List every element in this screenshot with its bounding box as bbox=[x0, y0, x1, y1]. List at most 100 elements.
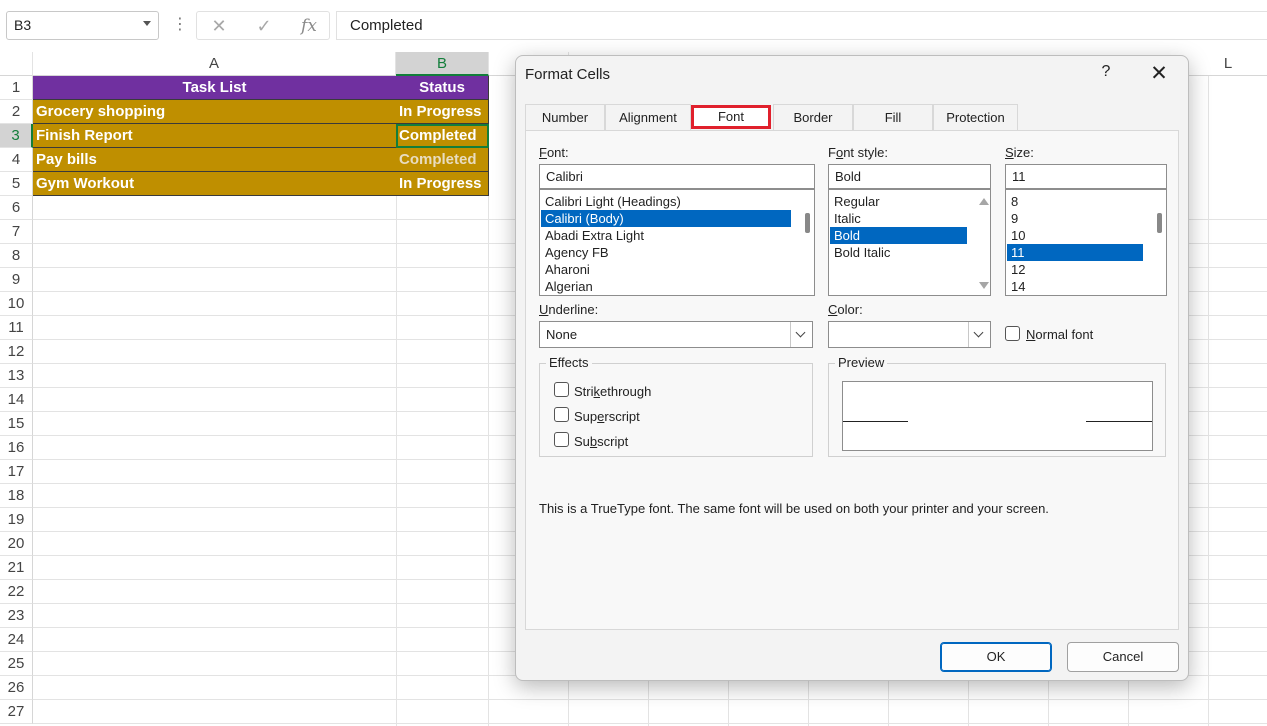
effects-group: Effects Strikethrough Superscript Subscr… bbox=[539, 355, 813, 457]
list-item[interactable]: Agency FB bbox=[541, 244, 613, 261]
list-item[interactable]: 9 bbox=[1007, 210, 1022, 227]
cell-a5[interactable]: Gym Workout bbox=[33, 172, 397, 196]
scrollbar[interactable] bbox=[978, 192, 989, 293]
column-header-b[interactable]: B bbox=[396, 52, 489, 76]
cancel-icon[interactable]: ✕ bbox=[204, 15, 234, 37]
list-item[interactable]: Algerian bbox=[541, 278, 597, 295]
tab-fill[interactable]: Fill bbox=[853, 104, 933, 130]
row-header[interactable]: 11 bbox=[0, 316, 33, 340]
strikethrough-checkbox[interactable] bbox=[554, 382, 569, 397]
cell-a3[interactable]: Finish Report bbox=[33, 124, 397, 148]
cell-b3[interactable]: Completed bbox=[396, 124, 489, 148]
cell-b5[interactable]: In Progress bbox=[396, 172, 489, 196]
row-header[interactable]: 9 bbox=[0, 268, 33, 292]
cell-b1[interactable]: Status bbox=[396, 76, 489, 100]
ok-button[interactable]: OK bbox=[940, 642, 1052, 672]
list-item[interactable]: Abadi Extra Light bbox=[541, 227, 648, 244]
row-header[interactable]: 3 bbox=[0, 124, 33, 148]
list-item[interactable]: 14 bbox=[1007, 278, 1029, 295]
column-header-l[interactable]: L bbox=[1189, 52, 1267, 76]
font-style-list[interactable]: Regular Italic Bold Bold Italic bbox=[828, 189, 991, 296]
list-item[interactable]: 8 bbox=[1007, 193, 1022, 210]
chevron-down-icon[interactable] bbox=[790, 322, 812, 347]
row-header[interactable]: 20 bbox=[0, 532, 33, 556]
row-header[interactable]: 24 bbox=[0, 628, 33, 652]
scrollbar[interactable] bbox=[1154, 192, 1164, 293]
list-item[interactable]: Bold Italic bbox=[830, 244, 894, 261]
normal-font-checkbox[interactable] bbox=[1005, 326, 1020, 341]
row-header[interactable]: 14 bbox=[0, 388, 33, 412]
subscript-checkbox[interactable] bbox=[554, 432, 569, 447]
list-item[interactable]: 12 bbox=[1007, 261, 1029, 278]
superscript-label: Superscript bbox=[574, 409, 640, 424]
more-options-icon[interactable]: ⋮ bbox=[172, 12, 188, 38]
name-box[interactable]: B3 bbox=[6, 11, 159, 40]
cancel-button[interactable]: Cancel bbox=[1067, 642, 1179, 672]
tab-alignment[interactable]: Alignment bbox=[605, 104, 691, 130]
tab-number[interactable]: Number bbox=[525, 104, 605, 130]
format-cells-dialog: Format Cells ? ✕ Number Alignment Font B… bbox=[515, 55, 1189, 681]
list-item[interactable]: Aharoni bbox=[541, 261, 594, 278]
color-select[interactable] bbox=[828, 321, 991, 348]
font-input[interactable]: Calibri bbox=[539, 164, 815, 189]
size-input[interactable]: 11 bbox=[1005, 164, 1167, 189]
cell-b2[interactable]: In Progress bbox=[396, 100, 489, 124]
scrollbar[interactable] bbox=[802, 192, 812, 293]
cell-a2[interactable]: Grocery shopping bbox=[33, 100, 397, 124]
font-style-label: Font style: bbox=[828, 145, 888, 160]
underline-select[interactable]: None bbox=[539, 321, 813, 348]
row-header[interactable]: 16 bbox=[0, 436, 33, 460]
tab-protection[interactable]: Protection bbox=[933, 104, 1018, 130]
row-header[interactable]: 5 bbox=[0, 172, 33, 196]
list-item[interactable]: Calibri (Body) bbox=[541, 210, 791, 227]
row-header[interactable]: 21 bbox=[0, 556, 33, 580]
list-item[interactable]: 11 bbox=[1007, 244, 1143, 261]
list-item[interactable]: Bold bbox=[830, 227, 967, 244]
row-header[interactable]: 19 bbox=[0, 508, 33, 532]
help-icon[interactable]: ? bbox=[1096, 63, 1116, 81]
superscript-checkbox[interactable] bbox=[554, 407, 569, 422]
font-list[interactable]: Calibri Light (Headings) Calibri (Body) … bbox=[539, 189, 815, 296]
font-style-input[interactable]: Bold bbox=[828, 164, 991, 189]
row-header[interactable]: 12 bbox=[0, 340, 33, 364]
row-header[interactable]: 15 bbox=[0, 412, 33, 436]
row-header[interactable]: 27 bbox=[0, 700, 33, 724]
row-header[interactable]: 8 bbox=[0, 244, 33, 268]
cell-a4[interactable]: Pay bills bbox=[33, 148, 397, 172]
list-item[interactable]: Regular bbox=[830, 193, 884, 210]
row-header[interactable]: 22 bbox=[0, 580, 33, 604]
scrollbar-thumb[interactable] bbox=[1157, 213, 1162, 233]
insert-function-icon[interactable]: fx bbox=[294, 15, 324, 37]
list-item[interactable]: 10 bbox=[1007, 227, 1029, 244]
list-item[interactable]: Italic bbox=[830, 210, 865, 227]
row-header[interactable]: 7 bbox=[0, 220, 33, 244]
cell-a1[interactable]: Task List bbox=[33, 76, 397, 100]
row-header[interactable]: 17 bbox=[0, 460, 33, 484]
row-header[interactable]: 4 bbox=[0, 148, 33, 172]
row-header[interactable]: 6 bbox=[0, 196, 33, 220]
size-list[interactable]: 8 9 10 11 12 14 bbox=[1005, 189, 1167, 296]
scrollbar-thumb[interactable] bbox=[805, 213, 810, 233]
formula-buttons: ✕ ✓ fx bbox=[196, 11, 330, 40]
scroll-up-icon[interactable] bbox=[979, 198, 989, 205]
column-header-a[interactable]: A bbox=[33, 52, 396, 76]
formula-input[interactable]: Completed bbox=[336, 11, 1267, 40]
check-icon[interactable]: ✓ bbox=[249, 15, 279, 37]
chevron-down-icon[interactable] bbox=[968, 322, 990, 347]
row-header[interactable]: 2 bbox=[0, 100, 33, 124]
row-header[interactable]: 18 bbox=[0, 484, 33, 508]
select-all-corner[interactable] bbox=[0, 52, 33, 76]
tab-border[interactable]: Border bbox=[773, 104, 853, 130]
row-header[interactable]: 26 bbox=[0, 676, 33, 700]
row-header[interactable]: 13 bbox=[0, 364, 33, 388]
close-icon[interactable]: ✕ bbox=[1148, 61, 1170, 86]
row-header[interactable]: 1 bbox=[0, 76, 33, 100]
row-header[interactable]: 25 bbox=[0, 652, 33, 676]
tab-font[interactable]: Font bbox=[691, 105, 771, 129]
scroll-down-icon[interactable] bbox=[979, 282, 989, 289]
row-header[interactable]: 23 bbox=[0, 604, 33, 628]
list-item[interactable]: Calibri Light (Headings) bbox=[541, 193, 685, 210]
cell-b4[interactable]: Completed bbox=[396, 148, 489, 172]
row-header[interactable]: 10 bbox=[0, 292, 33, 316]
chevron-down-icon[interactable] bbox=[143, 21, 151, 26]
